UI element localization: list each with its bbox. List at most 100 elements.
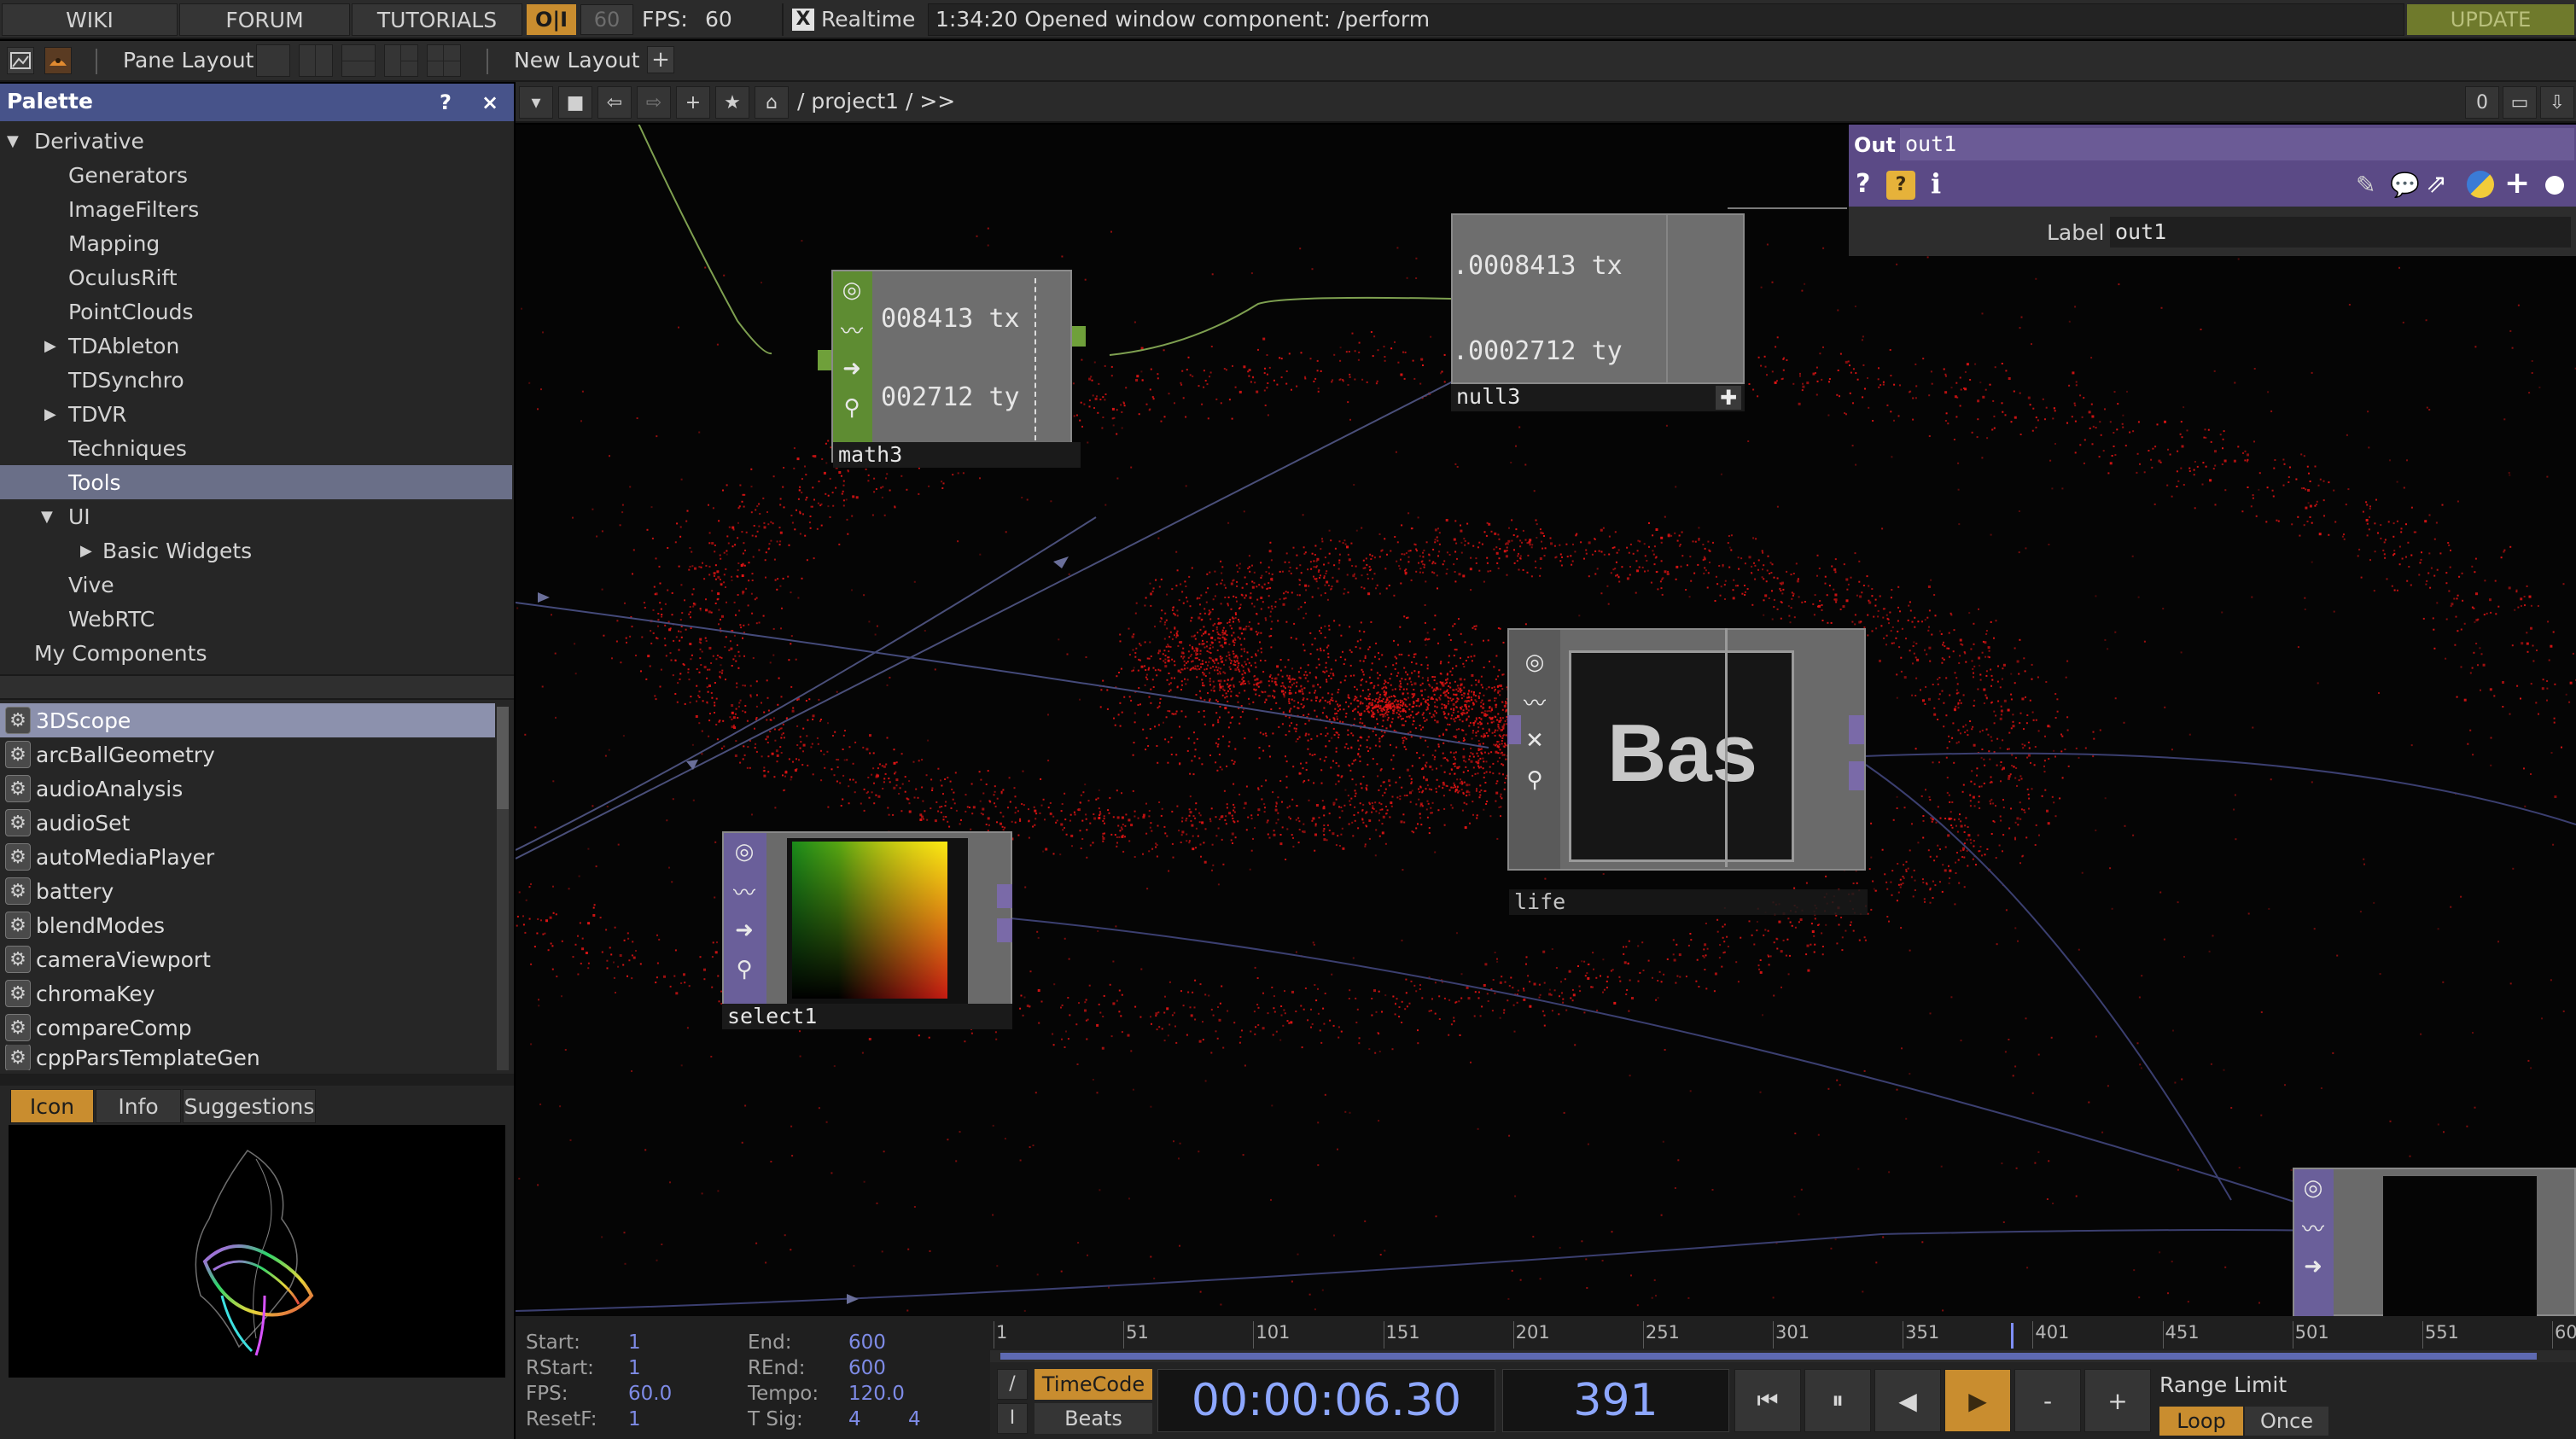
once-button[interactable]: Once	[2245, 1407, 2328, 1436]
pane-layout-single[interactable]	[256, 44, 290, 77]
list-item[interactable]: ⚙ chromaKey	[0, 976, 495, 1011]
output-connector[interactable]	[997, 918, 1012, 942]
bypass-icon[interactable]: ◎	[727, 833, 761, 871]
tree-item-generators[interactable]: Generators	[0, 158, 512, 192]
arrow-right-icon[interactable]: ➜	[835, 350, 869, 387]
input-connector[interactable]	[1507, 715, 1521, 744]
timecode-toggle[interactable]: /	[997, 1369, 1028, 1400]
frame-display[interactable]: 391	[1502, 1369, 1729, 1432]
math3-node-name[interactable]: math3	[833, 442, 1081, 468]
tree-item-mapping[interactable]: Mapping	[0, 226, 512, 260]
list-item[interactable]: ⚙ cppParsTemplateGen	[0, 1045, 495, 1070]
back-arrow-icon[interactable]: ⇦	[597, 86, 632, 119]
playhead[interactable]	[2011, 1323, 2014, 1349]
tsig-numerator-field[interactable]: 4	[848, 1408, 861, 1430]
timecode-button[interactable]: TimeCode	[1034, 1369, 1152, 1400]
tree-item-webrtc[interactable]: WebRTC	[0, 602, 512, 636]
add-viewer-icon[interactable]: ✚	[1716, 386, 1741, 410]
tree-item-my-components[interactable]: My Components	[0, 636, 512, 670]
tempo-field[interactable]: 120.0	[848, 1383, 905, 1405]
tree-item-ui[interactable]: ▼ UI	[0, 499, 512, 533]
end-field[interactable]: 600	[848, 1331, 886, 1354]
pane-layout-quad[interactable]	[427, 44, 461, 77]
list-item[interactable]: ⚙ battery	[0, 874, 495, 908]
chevron-down-icon[interactable]: ▾	[519, 86, 553, 119]
list-scrollbar-thumb[interactable]	[497, 707, 509, 809]
timecode-display[interactable]: 00:00:06.30	[1157, 1369, 1495, 1432]
maximize-icon[interactable]: ▭	[2503, 86, 2537, 119]
perform-mode-icon[interactable]	[44, 47, 72, 74]
graph-icon[interactable]: 〰	[835, 311, 869, 348]
range-fill[interactable]	[1000, 1353, 2537, 1360]
help-icon[interactable]: ?	[1856, 169, 1870, 199]
rstart-field[interactable]: 1	[628, 1357, 641, 1379]
lock-icon[interactable]: ⚲	[727, 951, 761, 988]
list-item[interactable]: ⚙ 3DScope	[0, 703, 495, 737]
oi-toggle-button[interactable]: O|I	[527, 4, 576, 35]
realtime-checkbox[interactable]: X	[792, 9, 814, 31]
comment-icon[interactable]: 💬	[2390, 171, 2420, 199]
pane-split-icon[interactable]: ⇩	[2540, 86, 2574, 119]
edit-pencil-icon[interactable]: ✎	[2356, 171, 2375, 199]
graph-icon[interactable]: 〰	[727, 872, 761, 910]
tree-item-vive[interactable]: Vive	[0, 568, 512, 602]
arrow-right-icon[interactable]: ➜	[2296, 1248, 2330, 1285]
life-node-name[interactable]: life	[1509, 889, 1868, 915]
play-icon[interactable]: ▶	[1944, 1369, 2011, 1432]
label-param-field[interactable]: out1	[2110, 217, 2571, 248]
arrow-right-icon[interactable]: ➜	[727, 912, 761, 949]
list-item[interactable]: ⚙ compareComp	[0, 1011, 495, 1045]
tab-info[interactable]: Info	[96, 1089, 181, 1123]
output-connector[interactable]	[1849, 761, 1864, 790]
start-field[interactable]: 1	[628, 1331, 641, 1354]
fps-field[interactable]: 60.0	[628, 1383, 672, 1405]
pause-icon[interactable]: ⏸	[1804, 1369, 1871, 1432]
tree-item-oculusrift[interactable]: OculusRift	[0, 260, 512, 294]
frame-count-field[interactable]: 0	[2465, 86, 2499, 119]
step-back-icon[interactable]: ◀	[1874, 1369, 1941, 1432]
wiki-button[interactable]: WIKI	[2, 3, 178, 36]
graph-icon[interactable]: 〰	[2296, 1209, 2330, 1246]
output-connector[interactable]	[1072, 326, 1086, 347]
tree-item-basic-widgets[interactable]: ▶ Basic Widgets	[0, 533, 512, 568]
input-connector[interactable]	[818, 350, 831, 370]
tsig-denominator-field[interactable]: 4	[908, 1408, 921, 1430]
list-item[interactable]: ⚙ audioSet	[0, 806, 495, 840]
resetf-field[interactable]: 1	[628, 1408, 641, 1430]
partial-top-node[interactable]: ◎ 〰 ➜	[2293, 1168, 2576, 1316]
parameter-page-icon[interactable]: ⇗	[2426, 169, 2447, 199]
tree-item-derivative[interactable]: ▼ Derivative	[0, 124, 512, 158]
pane-layout-triple[interactable]	[384, 44, 418, 77]
tutorials-button[interactable]: TUTORIALS	[352, 3, 522, 36]
select1-node-name[interactable]: select1	[722, 1004, 1012, 1029]
fps-limit-field[interactable]: 60	[580, 4, 633, 35]
operator-name-field[interactable]: out1	[1900, 128, 2574, 160]
rend-field[interactable]: 600	[848, 1357, 886, 1379]
lock-icon[interactable]: ⚲	[835, 389, 869, 427]
tree-item-pointclouds[interactable]: PointClouds	[0, 294, 512, 329]
python-help-icon[interactable]: ?	[1886, 171, 1915, 200]
tree-item-tools[interactable]: Tools	[0, 465, 512, 499]
bypass-icon[interactable]: ◎	[2296, 1169, 2330, 1207]
step-minus-button[interactable]: -	[2014, 1369, 2081, 1432]
bookmark-star-icon[interactable]: ★	[715, 86, 749, 119]
output-connector[interactable]	[997, 884, 1012, 908]
viewer-icon[interactable]	[7, 47, 34, 74]
pane-layout-hsplit[interactable]	[341, 44, 376, 77]
add-icon[interactable]: +	[2504, 166, 2530, 201]
record-dot-icon[interactable]	[2545, 176, 2564, 195]
tree-item-tdsynchro[interactable]: TDSynchro	[0, 363, 512, 397]
beats-button[interactable]: Beats	[1034, 1403, 1152, 1434]
pane-layout-vsplit[interactable]	[299, 44, 333, 77]
tree-item-tdableton[interactable]: ▶ TDAbleton	[0, 329, 512, 363]
home-network-icon[interactable]: ⌂	[755, 86, 789, 119]
info-icon[interactable]: i	[1931, 167, 1941, 200]
update-button[interactable]: UPDATE	[2407, 4, 2574, 35]
select1-node[interactable]: ◎ 〰 ➜ ⚲	[722, 831, 1012, 1028]
add-layout-button[interactable]: +	[647, 46, 674, 73]
breadcrumb[interactable]: / project1 / >>	[797, 89, 955, 114]
list-item[interactable]: ⚙ arcBallGeometry	[0, 737, 495, 772]
tab-suggestions[interactable]: Suggestions	[183, 1089, 316, 1123]
step-plus-button[interactable]: +	[2084, 1369, 2151, 1432]
tree-item-techniques[interactable]: Techniques	[0, 431, 512, 465]
